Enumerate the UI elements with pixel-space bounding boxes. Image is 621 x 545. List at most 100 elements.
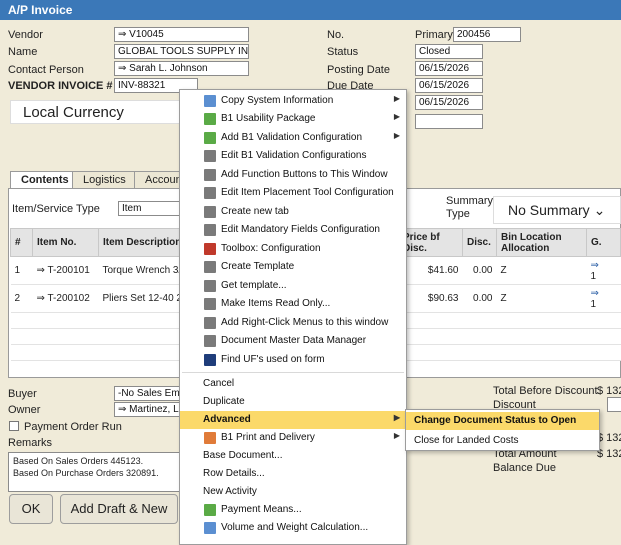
link-arrow-icon[interactable]: ⇒ <box>37 265 45 276</box>
menu-item-label: Add Function Buttons to This Window <box>221 169 388 180</box>
link-arrow-icon[interactable]: ⇒ <box>118 29 126 40</box>
chevron-right-icon: ▶ <box>393 131 400 140</box>
submenu-item-change-status-open[interactable]: Change Document Status to Open <box>406 412 599 430</box>
menu-item-document-master-data[interactable]: Document Master Data Manager <box>180 332 406 350</box>
vendor-field[interactable]: ⇒ V10045 <box>114 27 249 42</box>
no-field[interactable]: 200456 <box>453 27 521 42</box>
total-amount-value: $ 132 <box>597 448 621 460</box>
menu-item-get-template[interactable]: Get template... <box>180 277 406 295</box>
get-template-icon <box>204 280 216 292</box>
menu-item-label: Edit Mandatory Fields Configuration <box>221 224 380 235</box>
menu-item-duplicate[interactable]: Duplicate <box>180 393 406 411</box>
summary-type-select[interactable]: No Summary ⌄ <box>493 196 621 224</box>
tab-logistics[interactable]: Logistics <box>72 171 137 188</box>
menu-item-label: Edit B1 Validation Configurations <box>221 150 367 161</box>
tab-accounting[interactable]: Accounting <box>134 171 184 188</box>
chevron-right-icon: ▶ <box>393 94 400 103</box>
menu-item-b1-usability-package[interactable]: B1 Usability Package ▶ <box>180 110 406 128</box>
menu-item-find-ufs[interactable]: Find UF's used on form <box>180 351 406 369</box>
vendor-value: V10045 <box>129 29 164 40</box>
posting-date-field[interactable]: 06/15/2026 <box>415 61 483 76</box>
menu-item-copy-system-information[interactable]: Copy System Information ▶ <box>180 92 406 110</box>
row-item-no[interactable]: ⇒ T-200101 <box>32 256 99 285</box>
tab-contents[interactable]: Contents <box>10 171 80 188</box>
row-bin[interactable]: Z <box>496 256 587 285</box>
link-arrow-icon[interactable]: ⇒ <box>37 293 45 304</box>
placement-icon <box>204 187 216 199</box>
menu-item-label: B1 Print and Delivery <box>221 432 315 443</box>
search-icon <box>204 354 216 366</box>
payment-order-run-checkbox[interactable] <box>9 421 19 431</box>
summary-type-label: Summary <box>446 195 494 207</box>
menu-item-edit-item-placement[interactable]: Edit Item Placement Tool Configuration <box>180 184 406 202</box>
row-price[interactable]: $41.60 <box>398 256 463 285</box>
row-price[interactable]: $90.63 <box>398 284 463 313</box>
buyer-select[interactable]: -No Sales Emp <box>114 386 180 401</box>
col-item-no[interactable]: Item No. <box>32 228 99 257</box>
menu-item-label: Create Template <box>221 261 295 272</box>
menu-item-label: Add Right-Click Menus to this window <box>221 317 389 328</box>
summary-type-value: No Summary <box>508 202 590 218</box>
menu-item-add-function-buttons[interactable]: Add Function Buttons to This Window <box>180 166 406 184</box>
link-arrow-icon[interactable]: ⇒ <box>118 63 126 74</box>
col-num[interactable]: # <box>10 228 33 257</box>
row-bin[interactable]: Z <box>496 284 587 313</box>
menu-item-b1-print-delivery[interactable]: B1 Print and Delivery ▶ <box>180 429 406 447</box>
menu-item-cancel[interactable]: Cancel <box>180 375 406 393</box>
item-service-type-label: Item/Service Type <box>12 203 100 215</box>
ok-button[interactable]: OK <box>9 494 53 524</box>
document-date-field[interactable]: 06/15/2026 <box>415 95 483 110</box>
due-date-field[interactable]: 06/15/2026 <box>415 78 483 93</box>
buyer-label: Buyer <box>8 388 37 400</box>
menu-item-label: Edit Item Placement Tool Configuration <box>221 187 394 198</box>
add-draft-new-button[interactable]: Add Draft & New <box>60 494 178 524</box>
owner-field[interactable]: ⇒ Martinez, Lu <box>114 402 180 417</box>
link-arrow-icon[interactable]: ⇒ <box>591 260 599 271</box>
menu-item-edit-b1-validation[interactable]: Edit B1 Validation Configurations <box>180 147 406 165</box>
menu-item-label: Make Items Read Only... <box>221 298 331 309</box>
row-item-no[interactable]: ⇒ T-200102 <box>32 284 99 313</box>
row-g[interactable]: ⇒ 1 <box>586 256 621 285</box>
row-disc[interactable]: 0.00 <box>462 284 497 313</box>
vendor-invoice-label: VENDOR INVOICE # <box>8 80 113 92</box>
status-field: Closed <box>415 44 483 59</box>
link-arrow-icon[interactable]: ⇒ <box>591 288 599 299</box>
col-g[interactable]: G. <box>586 228 621 257</box>
contact-person-field[interactable]: ⇒ Sarah L. Johnson <box>114 61 249 76</box>
read-only-icon <box>204 298 216 310</box>
menu-item-volume-weight[interactable]: Volume and Weight Calculation... <box>180 519 406 537</box>
reference-field[interactable] <box>415 114 483 129</box>
row-disc[interactable]: 0.00 <box>462 256 497 285</box>
name-field[interactable]: GLOBAL TOOLS SUPPLY INC <box>114 44 249 59</box>
menu-item-edit-mandatory-fields[interactable]: Edit Mandatory Fields Configuration <box>180 221 406 239</box>
menu-item-label: Add B1 Validation Configuration <box>221 132 363 143</box>
remarks-field[interactable]: Based On Sales Orders 445123. Based On P… <box>8 452 186 492</box>
col-price-bf-disc[interactable]: Price bf Disc. <box>398 228 463 257</box>
extra-total-value: $ 132 <box>597 432 621 444</box>
no-series-label[interactable]: Primary <box>415 29 453 41</box>
chevron-right-icon: ▶ <box>393 431 400 440</box>
row-g[interactable]: ⇒ 1 <box>586 284 621 313</box>
discount-field[interactable] <box>607 397 621 412</box>
menu-item-label: Find UF's used on form <box>221 354 325 365</box>
balance-due-label: Balance Due <box>493 462 556 474</box>
chevron-right-icon: ▶ <box>393 112 400 121</box>
col-bin-location[interactable]: Bin Location Allocation <box>496 228 587 257</box>
menu-item-payment-means[interactable]: Payment Means... <box>180 501 406 519</box>
menu-item-make-items-read-only[interactable]: Make Items Read Only... <box>180 295 406 313</box>
menu-item-row-details[interactable]: Row Details... <box>180 465 406 483</box>
menu-item-create-template[interactable]: Create Template <box>180 258 406 276</box>
menu-item-create-new-tab[interactable]: Create new tab <box>180 203 406 221</box>
menu-item-new-activity[interactable]: New Activity <box>180 483 406 501</box>
item-service-type-select[interactable]: Item <box>118 201 180 216</box>
menu-item-toolbox-configuration[interactable]: Toolbox: Configuration <box>180 240 406 258</box>
total-before-discount-value: $ 132 <box>597 385 621 397</box>
menu-item-advanced[interactable]: Advanced ▶ <box>180 411 406 429</box>
local-currency-select[interactable]: Local Currency <box>10 100 190 124</box>
submenu-item-close-landed-costs[interactable]: Close for Landed Costs <box>406 432 599 450</box>
link-arrow-icon[interactable]: ⇒ <box>118 404 126 415</box>
menu-item-add-b1-validation[interactable]: Add B1 Validation Configuration ▶ <box>180 129 406 147</box>
col-disc[interactable]: Disc. <box>462 228 497 257</box>
menu-item-add-right-click-menus[interactable]: Add Right-Click Menus to this window <box>180 314 406 332</box>
menu-item-base-document[interactable]: Base Document... <box>180 447 406 465</box>
